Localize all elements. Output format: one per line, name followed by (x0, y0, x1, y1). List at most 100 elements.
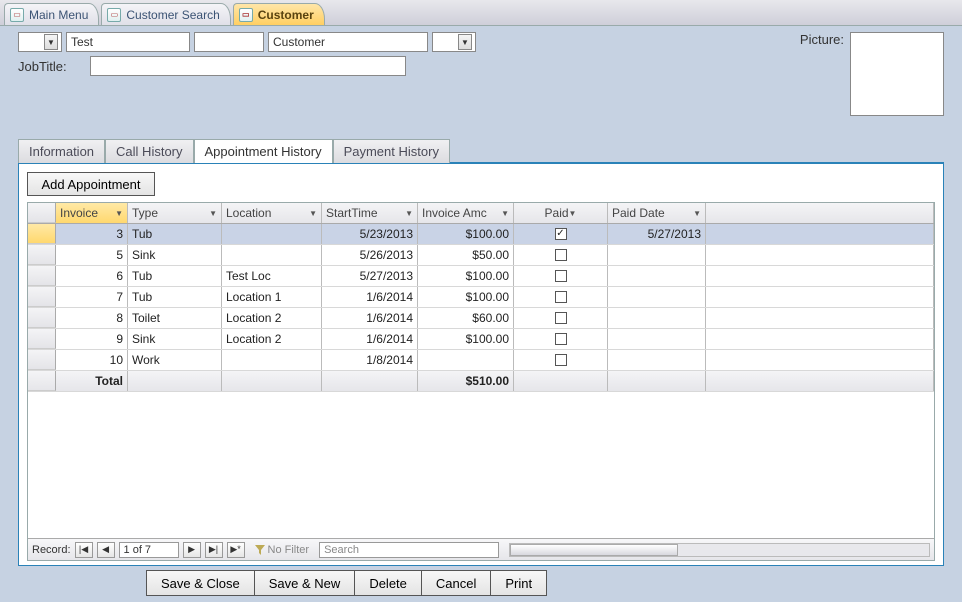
row-selector[interactable] (28, 287, 56, 307)
select-all-rows[interactable] (28, 203, 56, 223)
cell-invoice-amt[interactable]: $100.00 (418, 224, 514, 244)
cell-location[interactable]: Location 2 (222, 329, 322, 349)
table-row[interactable]: 7TubLocation 11/6/2014$100.00 (28, 287, 934, 308)
nav-last-button[interactable]: ▶| (205, 542, 223, 558)
table-row[interactable]: 3Tub 5/23/2013$100.00 ✓ 5/27/2013 (28, 224, 934, 245)
cancel-button[interactable]: Cancel (422, 570, 491, 596)
cell-invoice[interactable]: 5 (56, 245, 128, 265)
table-row[interactable]: 6TubTest Loc5/27/2013$100.00 (28, 266, 934, 287)
cell-paid[interactable] (514, 329, 608, 349)
cell-type[interactable]: Tub (128, 287, 222, 307)
cell-invoice[interactable]: 3 (56, 224, 128, 244)
cell-invoice-amt[interactable]: $50.00 (418, 245, 514, 265)
cell-type[interactable]: Sink (128, 245, 222, 265)
cell-location[interactable]: Location 2 (222, 308, 322, 328)
row-selector[interactable] (28, 245, 56, 265)
cell-paid[interactable] (514, 245, 608, 265)
tab-call-history[interactable]: Call History (105, 139, 193, 163)
doc-tab-customer-search[interactable]: ▭ Customer Search (101, 3, 230, 25)
print-button[interactable]: Print (491, 570, 547, 596)
cell-starttime[interactable]: 5/26/2013 (322, 245, 418, 265)
row-selector[interactable] (28, 308, 56, 328)
col-header-starttime[interactable]: StartTime▼ (322, 203, 418, 223)
cell-type[interactable]: Tub (128, 224, 222, 244)
paid-checkbox[interactable] (555, 270, 567, 282)
save-new-button[interactable]: Save & New (255, 570, 356, 596)
col-header-invoice[interactable]: Invoice▼ (56, 203, 128, 223)
cell-paid[interactable]: ✓ (514, 224, 608, 244)
paid-checkbox[interactable] (555, 333, 567, 345)
recnav-search-input[interactable]: Search (319, 542, 499, 558)
cell-paid[interactable] (514, 287, 608, 307)
tab-information[interactable]: Information (18, 139, 105, 163)
save-close-button[interactable]: Save & Close (146, 570, 255, 596)
table-row[interactable]: 9SinkLocation 21/6/2014$100.00 (28, 329, 934, 350)
row-selector[interactable] (28, 266, 56, 286)
col-header-type[interactable]: Type▼ (128, 203, 222, 223)
nav-next-button[interactable]: ▶ (183, 542, 201, 558)
paid-checkbox[interactable] (555, 354, 567, 366)
cell-location[interactable] (222, 245, 322, 265)
col-header-location[interactable]: Location▼ (222, 203, 322, 223)
table-row[interactable]: 10Work 1/8/2014 (28, 350, 934, 371)
row-selector[interactable] (28, 350, 56, 370)
scrollbar-thumb[interactable] (510, 544, 678, 556)
record-position[interactable]: 1 of 7 (119, 542, 179, 558)
cell-type[interactable]: Tub (128, 266, 222, 286)
cell-invoice[interactable]: 8 (56, 308, 128, 328)
cell-invoice-amt[interactable]: $100.00 (418, 329, 514, 349)
cell-paid-date[interactable] (608, 350, 706, 370)
cell-invoice-amt[interactable]: $100.00 (418, 287, 514, 307)
cell-location[interactable]: Location 1 (222, 287, 322, 307)
table-row[interactable]: 5Sink 5/26/2013$50.00 (28, 245, 934, 266)
table-row[interactable]: 8ToiletLocation 21/6/2014$60.00 (28, 308, 934, 329)
cell-type[interactable]: Work (128, 350, 222, 370)
paid-checkbox[interactable] (555, 249, 567, 261)
cell-invoice-amt[interactable] (418, 350, 514, 370)
cell-starttime[interactable]: 1/6/2014 (322, 329, 418, 349)
picture-box[interactable] (850, 32, 944, 116)
tab-payment-history[interactable]: Payment History (333, 139, 450, 163)
cell-paid-date[interactable] (608, 245, 706, 265)
add-appointment-button[interactable]: Add Appointment (27, 172, 155, 196)
cell-paid-date[interactable]: 5/27/2013 (608, 224, 706, 244)
col-header-invoice-amt[interactable]: Invoice Amc▼ (418, 203, 514, 223)
grid-hscrollbar[interactable] (509, 543, 930, 557)
last-name-input[interactable]: Customer (268, 32, 428, 52)
cell-invoice[interactable]: 9 (56, 329, 128, 349)
row-selector[interactable] (28, 224, 56, 244)
cell-paid-date[interactable] (608, 287, 706, 307)
cell-starttime[interactable]: 5/27/2013 (322, 266, 418, 286)
cell-location[interactable]: Test Loc (222, 266, 322, 286)
cell-paid-date[interactable] (608, 308, 706, 328)
first-name-input[interactable]: Test (66, 32, 190, 52)
nav-prev-button[interactable]: ◀ (97, 542, 115, 558)
col-header-paid-date[interactable]: Paid Date▼ (608, 203, 706, 223)
paid-checkbox[interactable] (555, 312, 567, 324)
middle-name-input[interactable] (194, 32, 264, 52)
nav-new-button[interactable]: ▶* (227, 542, 245, 558)
cell-starttime[interactable]: 5/23/2013 (322, 224, 418, 244)
cell-location[interactable] (222, 224, 322, 244)
cell-invoice[interactable]: 10 (56, 350, 128, 370)
cell-location[interactable] (222, 350, 322, 370)
cell-paid-date[interactable] (608, 266, 706, 286)
tab-appointment-history[interactable]: Appointment History (194, 139, 333, 163)
cell-invoice-amt[interactable]: $60.00 (418, 308, 514, 328)
paid-checkbox[interactable]: ✓ (555, 228, 567, 240)
doc-tab-main-menu[interactable]: ▭ Main Menu (4, 3, 99, 25)
cell-paid[interactable] (514, 308, 608, 328)
filter-indicator[interactable]: No Filter (255, 544, 310, 556)
cell-invoice-amt[interactable]: $100.00 (418, 266, 514, 286)
cell-starttime[interactable]: 1/6/2014 (322, 287, 418, 307)
doc-tab-customer[interactable]: ▭ Customer (233, 3, 325, 25)
cell-starttime[interactable]: 1/8/2014 (322, 350, 418, 370)
nav-first-button[interactable]: |◀ (75, 542, 93, 558)
suffix-combo[interactable]: ▼ (432, 32, 476, 52)
cell-type[interactable]: Toilet (128, 308, 222, 328)
cell-invoice[interactable]: 7 (56, 287, 128, 307)
row-selector[interactable] (28, 329, 56, 349)
delete-button[interactable]: Delete (355, 570, 422, 596)
paid-checkbox[interactable] (555, 291, 567, 303)
cell-paid-date[interactable] (608, 329, 706, 349)
